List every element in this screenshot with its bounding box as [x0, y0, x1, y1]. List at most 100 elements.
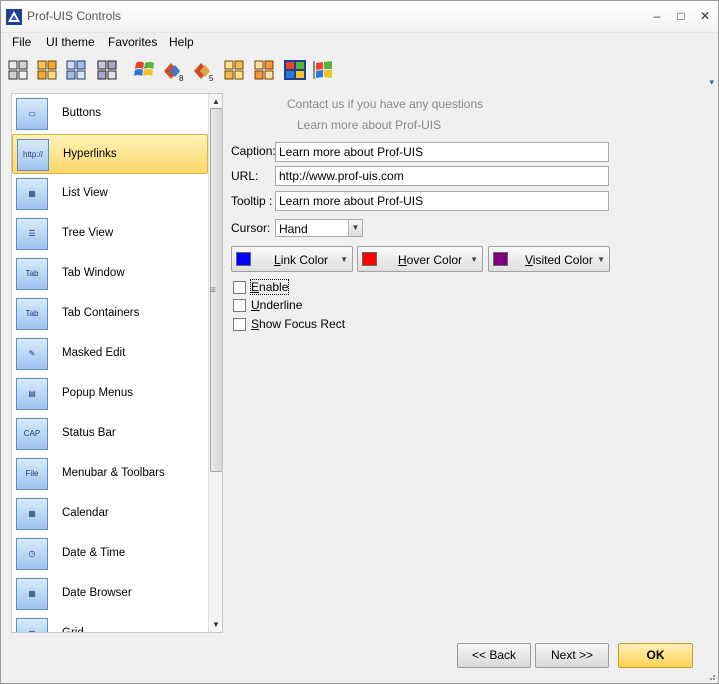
list-item-label: Tree View [62, 227, 114, 239]
theme-xp-icon[interactable] [35, 57, 61, 83]
scroll-down-arrow-icon[interactable]: ▼ [212, 620, 220, 629]
focus-rect-label: Show Focus Rect [251, 317, 346, 331]
chevron-down-icon: ▼ [597, 255, 605, 264]
learn-more-link[interactable]: Learn more about Prof-UIS [297, 118, 441, 132]
date-time-icon: ◷ [16, 538, 48, 570]
theme-office-2007-icon[interactable] [222, 57, 248, 83]
focus-rect-checkbox[interactable] [233, 318, 246, 331]
list-scrollbar[interactable]: ▲ ▼ [208, 94, 222, 632]
list-item-calendar[interactable]: ▦ Calendar [12, 494, 208, 534]
url-field[interactable]: http://www.prof-uis.com [275, 166, 609, 186]
list-item-label: Date Browser [62, 587, 132, 599]
list-item-date-time[interactable]: ◷ Date & Time [12, 534, 208, 574]
theme-windows-xp-icon[interactable] [132, 57, 158, 83]
list-item-buttons[interactable]: ▭ Buttons [12, 94, 208, 134]
list-item-menubar-toolbars[interactable]: File Menubar & Toolbars [12, 454, 208, 494]
menu-ui-theme[interactable]: UI theme [44, 35, 97, 49]
underline-label: Underline [251, 298, 303, 312]
list-item-label: Popup Menus [62, 387, 133, 399]
grid-icon: ▦ [16, 618, 48, 632]
hover-color-button[interactable]: Hover Color ▼ [357, 246, 483, 272]
visited-color-button[interactable]: Visited Color ▼ [488, 246, 610, 272]
theme-native-icon[interactable] [282, 57, 308, 83]
enable-label: Enable [249, 279, 290, 295]
tooltip-field[interactable]: Learn more about Prof-UIS [275, 191, 609, 211]
title-bar[interactable]: Prof-UIS Controls – □ ✕ [1, 1, 718, 33]
splitter-grip-icon[interactable]: ≡ [210, 285, 216, 296]
theme-studio-5-icon[interactable]: 5 [191, 57, 217, 83]
cursor-select-value: Hand [279, 222, 308, 236]
list-item-label: Status Bar [62, 427, 116, 439]
chevron-down-icon: ▼ [470, 255, 478, 264]
list-item-tab-containers[interactable]: Tab Tab Containers [12, 294, 208, 334]
link-color-label: Link Color [274, 253, 329, 267]
list-item-label: Date & Time [62, 547, 126, 559]
list-item-label: Buttons [62, 107, 101, 119]
minimize-button[interactable]: – [648, 7, 666, 25]
list-item-date-browser[interactable]: ▦ Date Browser [12, 574, 208, 614]
hover-color-swatch [362, 252, 377, 266]
tree-view-icon: ☰ [16, 218, 48, 250]
menubar-toolbars-icon: File [16, 458, 48, 490]
popup-menus-icon: ▤ [16, 378, 48, 410]
ok-button[interactable]: OK [618, 643, 693, 668]
list-item-list-view[interactable]: ▦ List View [12, 174, 208, 214]
list-item-masked-edit[interactable]: ✎ Masked Edit [12, 334, 208, 374]
list-item-grid[interactable]: ▦ Grid [12, 614, 208, 633]
close-button[interactable]: ✕ [696, 7, 714, 25]
list-item-label: Masked Edit [62, 347, 126, 359]
theme-toolbar: 8 5 ▾ [1, 53, 718, 87]
list-item-label: Tab Containers [62, 307, 140, 319]
list-item-status-bar[interactable]: CAP Status Bar [12, 414, 208, 454]
theme-windows-classic-icon[interactable] [311, 57, 337, 83]
link-color-swatch [236, 252, 251, 266]
date-browser-icon: ▦ [16, 578, 48, 610]
buttons-icon: ▭ [16, 98, 48, 130]
toolbar-overflow-chevron-icon[interactable]: ▾ [709, 77, 714, 88]
hover-color-label: Hover Color [398, 253, 463, 267]
footer-bar: << Back Next >> OK [1, 637, 718, 683]
masked-edit-icon: ✎ [16, 338, 48, 370]
list-item-label: Hyperlinks [63, 148, 117, 160]
controls-list: ▭ Buttons http:// Hyperlinks ▦ List View ☰ Tree… [11, 93, 223, 633]
theme-studio-8-icon[interactable]: 8 [161, 57, 187, 83]
main-window: Prof-UIS Controls – □ ✕ File UI theme Fa… [0, 0, 719, 684]
back-button[interactable]: << Back [457, 643, 531, 668]
theme-2000-icon[interactable] [6, 57, 32, 83]
caption-label: Caption: [231, 144, 276, 158]
list-item-tree-view[interactable]: ☰ Tree View [12, 214, 208, 254]
underline-checkbox[interactable] [233, 299, 246, 312]
hyperlinks-icon: http:// [17, 139, 49, 171]
svg-text:8: 8 [179, 74, 184, 83]
list-item-label: Grid [62, 627, 84, 633]
list-item-tab-window[interactable]: Tab Tab Window [12, 254, 208, 294]
hyperlinks-page: Contact us if you have any questions Lea… [227, 93, 715, 633]
chevron-down-icon: ▼ [340, 255, 348, 264]
maximize-button[interactable]: □ [672, 7, 690, 25]
theme-office-2007-alt-icon[interactable] [252, 57, 278, 83]
resize-grip-icon[interactable] [706, 671, 716, 681]
caption-field[interactable]: Learn more about Prof-UIS [275, 142, 609, 162]
app-logo-icon [5, 8, 23, 26]
menu-bar: File UI theme Favorites Help [1, 33, 718, 53]
chevron-down-icon[interactable]: ▼ [348, 220, 362, 236]
enable-checkbox[interactable] [233, 281, 246, 294]
theme-2003-icon[interactable] [64, 57, 90, 83]
tooltip-label: Tooltip : [231, 194, 273, 208]
theme-2005-icon[interactable] [95, 57, 121, 83]
menu-file[interactable]: File [10, 35, 33, 49]
tab-containers-icon: Tab [16, 298, 48, 330]
contact-link[interactable]: Contact us if you have any questions [287, 97, 483, 111]
list-item-label: List View [62, 187, 108, 199]
link-color-button[interactable]: Link Color ▼ [231, 246, 353, 272]
menu-help[interactable]: Help [167, 35, 196, 49]
menu-favorites[interactable]: Favorites [106, 35, 159, 49]
visited-color-label: Visited Color [525, 253, 593, 267]
scroll-up-arrow-icon[interactable]: ▲ [212, 97, 220, 106]
list-item-label: Menubar & Toolbars [62, 467, 165, 479]
cursor-select[interactable]: Hand ▼ [275, 219, 363, 237]
list-item-hyperlinks[interactable]: http:// Hyperlinks [12, 134, 208, 174]
next-button[interactable]: Next >> [535, 643, 609, 668]
list-item-popup-menus[interactable]: ▤ Popup Menus [12, 374, 208, 414]
svg-text:5: 5 [209, 74, 214, 83]
